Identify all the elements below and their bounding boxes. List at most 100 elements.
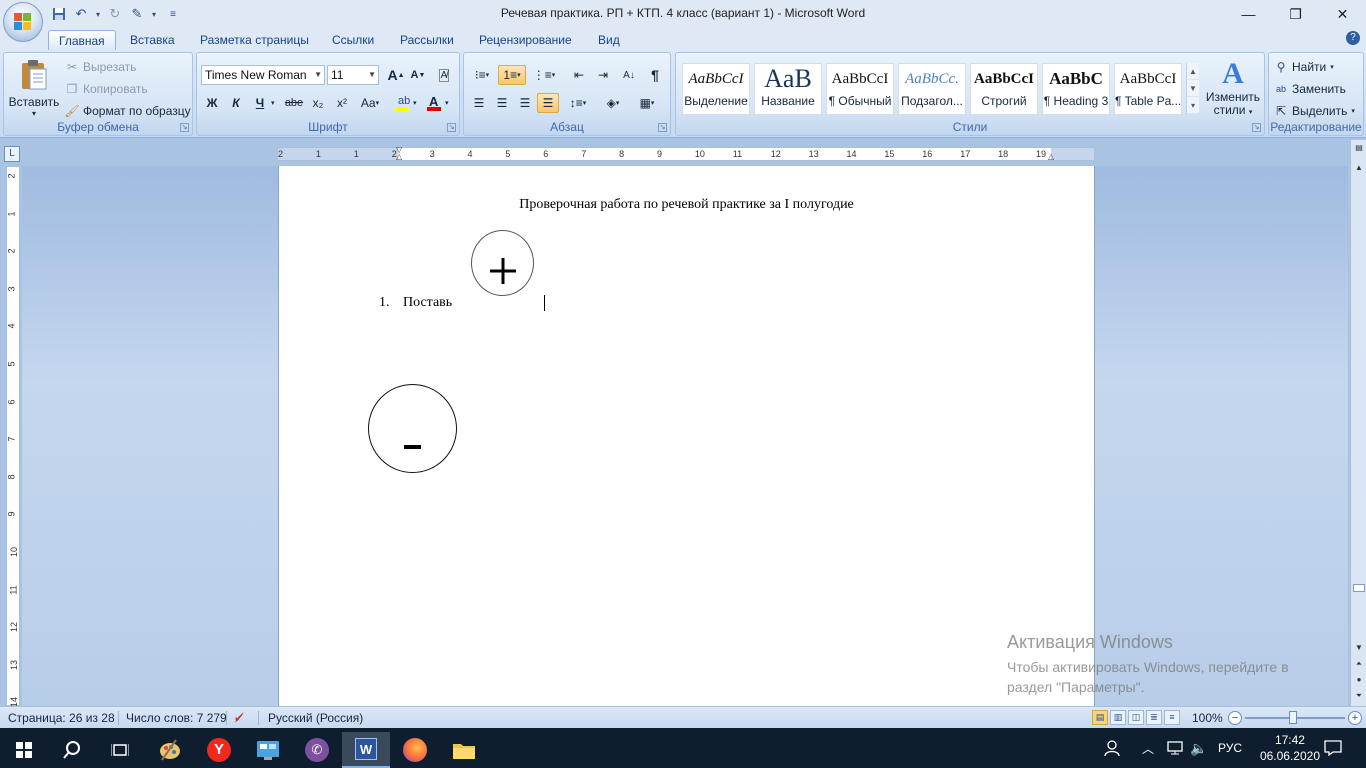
tab-view[interactable]: Вид: [588, 30, 630, 50]
maximize-button[interactable]: ❐: [1272, 0, 1319, 28]
page-count[interactable]: Страница: 26 из 28: [8, 711, 115, 725]
font-color-dropdown-icon[interactable]: ▾: [445, 99, 449, 107]
horizontal-ruler[interactable]: ▽ △ △ 2 1 1 2 3 4 5 6 7 8 9 10 11 12 13 14 15 16 17 18 19: [277, 145, 1095, 161]
zoom-out-icon[interactable]: −: [1228, 711, 1242, 725]
vertical-scrollbar[interactable]: ▤ ▲ ▼ ⏶ ● ⏷: [1350, 140, 1366, 706]
tab-insert[interactable]: Вставка: [120, 30, 185, 50]
font-size-combo[interactable]: 11 ▼: [327, 65, 379, 85]
scroll-down-icon[interactable]: ▼: [1187, 80, 1199, 97]
paste-button[interactable]: Вставить ▾: [8, 57, 60, 119]
plus-circle-shape[interactable]: [471, 230, 534, 296]
next-page-icon[interactable]: ⏷: [1353, 690, 1365, 702]
scroll-down-icon[interactable]: ▼: [1353, 642, 1365, 654]
font-launcher-icon[interactable]: ↘: [447, 123, 456, 132]
numbering-button[interactable]: 1≡ ▾: [498, 65, 526, 85]
font-color-button[interactable]: A: [423, 93, 445, 113]
scroll-thumb[interactable]: [1353, 584, 1365, 592]
styles-gallery-scroll[interactable]: ▲ ▼ ▾: [1186, 63, 1199, 115]
word-count[interactable]: Число слов: 7 279: [126, 711, 227, 725]
yandex-icon[interactable]: Y: [195, 732, 243, 768]
browse-object-icon[interactable]: ●: [1353, 674, 1365, 686]
people-icon[interactable]: [1104, 728, 1122, 768]
superscript-button[interactable]: x²: [331, 93, 353, 113]
style-normal[interactable]: AaBbCcI ¶ Обычный: [826, 63, 894, 115]
tab-page-layout[interactable]: Разметка страницы: [190, 30, 319, 50]
control-panel-icon[interactable]: [244, 732, 292, 768]
viber-icon[interactable]: ✆: [293, 732, 341, 768]
show-marks-button[interactable]: ¶: [644, 65, 666, 85]
more-styles-icon[interactable]: ▾: [1187, 97, 1199, 114]
tab-references[interactable]: Ссылки: [322, 30, 384, 50]
word-icon[interactable]: W: [342, 732, 390, 768]
grow-font-button[interactable]: A ▲: [385, 65, 407, 85]
select-button[interactable]: ⇱ Выделить ▾: [1273, 101, 1355, 121]
print-layout-view-icon[interactable]: ▤: [1092, 710, 1108, 725]
taskbar-clock[interactable]: 17:42 06.06.2020: [1260, 732, 1320, 764]
bullets-button[interactable]: ⁝≡ ▾: [468, 65, 496, 85]
multilevel-list-button[interactable]: ⋮≡ ▾: [530, 65, 558, 85]
strikethrough-button[interactable]: abe: [283, 93, 305, 113]
volume-icon[interactable]: 🔈: [1190, 728, 1207, 768]
language-indicator[interactable]: Русский (Россия): [268, 711, 363, 725]
underline-dropdown-icon[interactable]: ▾: [271, 99, 275, 107]
minimize-button[interactable]: —: [1225, 0, 1272, 28]
full-screen-reading-icon[interactable]: ▥: [1110, 710, 1126, 725]
file-explorer-icon[interactable]: [440, 732, 488, 768]
style-heading-3[interactable]: AaBbC ¶ Heading 3: [1042, 63, 1110, 115]
input-language[interactable]: РУС: [1218, 728, 1242, 768]
underline-button[interactable]: Ч: [249, 93, 271, 113]
shading-button[interactable]: ◈ ▾: [598, 93, 628, 113]
previous-page-icon[interactable]: ⏶: [1353, 658, 1365, 670]
find-button[interactable]: ⚲ Найти ▾: [1273, 57, 1334, 77]
scroll-up-icon[interactable]: ▲: [1353, 162, 1365, 174]
task-view-icon[interactable]: [96, 732, 144, 768]
align-right-button[interactable]: ☰: [514, 93, 536, 113]
tab-home[interactable]: Главная: [48, 30, 116, 50]
style-subtitle[interactable]: AaBbCc. Подзагол...: [898, 63, 966, 115]
start-icon[interactable]: [0, 732, 48, 768]
highlight-button[interactable]: ab: [391, 93, 413, 113]
show-hidden-icons-icon[interactable]: ︿: [1142, 728, 1154, 768]
italic-button[interactable]: К: [225, 93, 247, 113]
style-table-paragraph[interactable]: AaBbCcI ¶ Table Pa...: [1114, 63, 1182, 115]
document-canvas[interactable]: Проверочная работа по речевой практике з…: [22, 166, 1348, 706]
change-styles-button[interactable]: A Изменить стили ▾: [1202, 57, 1264, 123]
clear-formatting-button[interactable]: A̸: [433, 65, 455, 85]
document-page[interactable]: Проверочная работа по речевой практике з…: [278, 166, 1095, 706]
shrink-font-button[interactable]: A ▼: [407, 65, 429, 85]
network-icon[interactable]: [1166, 728, 1184, 768]
tab-mailings[interactable]: Рассылки: [390, 30, 464, 50]
style-title[interactable]: AaB Название: [754, 63, 822, 115]
paint-icon[interactable]: [146, 732, 194, 768]
help-icon[interactable]: ?: [1346, 31, 1360, 45]
styles-launcher-icon[interactable]: ↘: [1252, 123, 1261, 132]
line-spacing-button[interactable]: ↕≡ ▾: [564, 93, 592, 113]
align-center-button[interactable]: ☰: [491, 93, 513, 113]
minus-circle-shape[interactable]: [368, 384, 457, 473]
tab-review[interactable]: Рецензирование: [469, 30, 582, 50]
search-icon[interactable]: [48, 732, 96, 768]
change-case-button[interactable]: Aa ▾: [357, 93, 383, 113]
paragraph-launcher-icon[interactable]: ↘: [658, 123, 667, 132]
style-strong[interactable]: AaBbCcI Строгий: [970, 63, 1038, 115]
bold-button[interactable]: Ж: [201, 93, 223, 113]
scroll-up-icon[interactable]: ▲: [1187, 63, 1199, 80]
web-layout-icon[interactable]: ◫: [1128, 710, 1144, 725]
tab-selector-icon[interactable]: L: [4, 146, 20, 162]
right-indent-marker-icon[interactable]: △: [1048, 152, 1054, 161]
notifications-icon[interactable]: [1324, 728, 1342, 768]
decrease-indent-button[interactable]: ⇤: [568, 65, 590, 85]
close-button[interactable]: ✕: [1319, 0, 1366, 28]
outline-view-icon[interactable]: ≣: [1146, 710, 1162, 725]
subscript-button[interactable]: x₂: [307, 93, 329, 113]
style-emphasis[interactable]: AaBbCcI Выделение: [682, 63, 750, 115]
ruler-toggle-icon[interactable]: ▤: [1353, 142, 1365, 154]
format-painter-button[interactable]: 🖌 Формат по образцу: [64, 101, 190, 121]
align-left-button[interactable]: ☰: [468, 93, 490, 113]
hanging-indent-marker-icon[interactable]: △: [396, 152, 402, 161]
replace-button[interactable]: ab Заменить: [1273, 79, 1346, 99]
sort-button[interactable]: A↓: [618, 65, 640, 85]
draft-view-icon[interactable]: ≡: [1164, 710, 1180, 725]
justify-button[interactable]: ☰: [537, 93, 559, 113]
copy-button[interactable]: ❐ Копировать: [64, 79, 148, 99]
